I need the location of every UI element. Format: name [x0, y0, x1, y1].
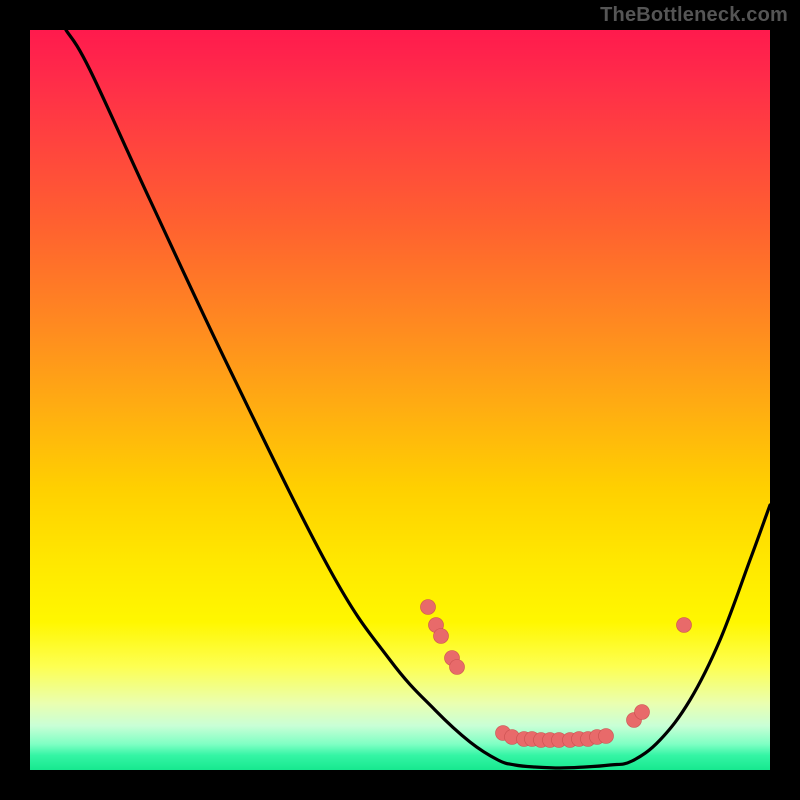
watermark-text: TheBottleneck.com: [600, 4, 788, 27]
chart-plot-area: [30, 30, 770, 770]
chart-svg: [30, 30, 770, 770]
data-marker: [677, 618, 692, 633]
data-marker: [450, 660, 465, 675]
bottleneck-curve: [66, 30, 770, 768]
marker-group: [421, 600, 692, 748]
data-marker: [434, 629, 449, 644]
data-marker: [635, 705, 650, 720]
data-marker: [421, 600, 436, 615]
data-marker: [599, 729, 614, 744]
